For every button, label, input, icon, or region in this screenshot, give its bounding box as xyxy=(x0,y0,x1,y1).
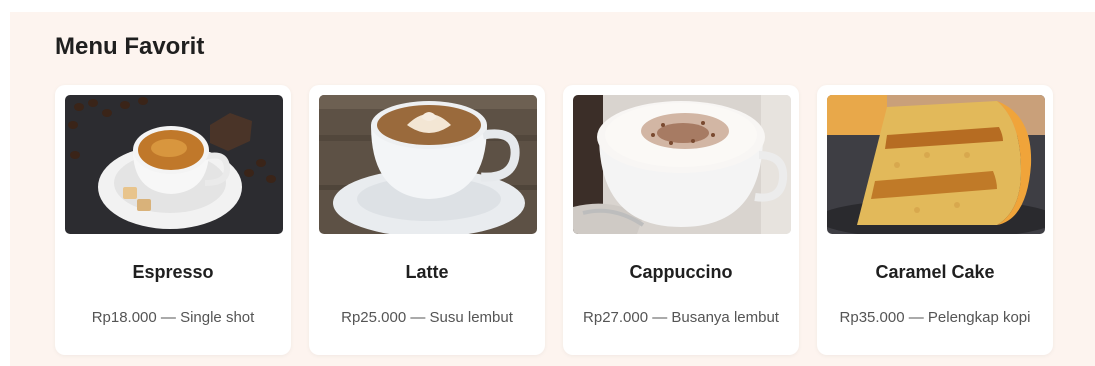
menu-item-description: Rp18.000 — Single shot xyxy=(91,309,255,326)
caramel-cake-image xyxy=(827,95,1045,234)
latte-image xyxy=(319,95,537,234)
menu-item-description: Rp35.000 — Pelengkap kopi xyxy=(839,309,1031,326)
espresso-image xyxy=(65,95,283,234)
cappuccino-image xyxy=(573,95,791,234)
menu-item-name: Cappuccino xyxy=(629,262,733,282)
menu-item-description: Rp27.000 — Busanya lembut xyxy=(583,309,779,326)
menu-card-espresso[interactable]: Espresso Rp18.000 — Single shot xyxy=(55,85,291,355)
menu-card-latte[interactable]: Latte Rp25.000 — Susu lembut xyxy=(309,85,545,355)
menu-item-name: Espresso xyxy=(132,262,214,282)
menu-item-name: Latte xyxy=(405,262,449,282)
menu-card-cappuccino[interactable]: Cappuccino Rp27.000 — Busanya lembut xyxy=(563,85,799,355)
menu-card-caramel-cake[interactable]: Caramel Cake Rp35.000 — Pelengkap kopi xyxy=(817,85,1053,355)
menu-item-name: Caramel Cake xyxy=(875,262,995,282)
menu-favorit-section: Menu Favorit Espresso Rp18.000 — Single … xyxy=(10,12,1095,366)
menu-item-description: Rp25.000 — Susu lembut xyxy=(341,309,513,326)
section-title: Menu Favorit xyxy=(55,33,205,60)
